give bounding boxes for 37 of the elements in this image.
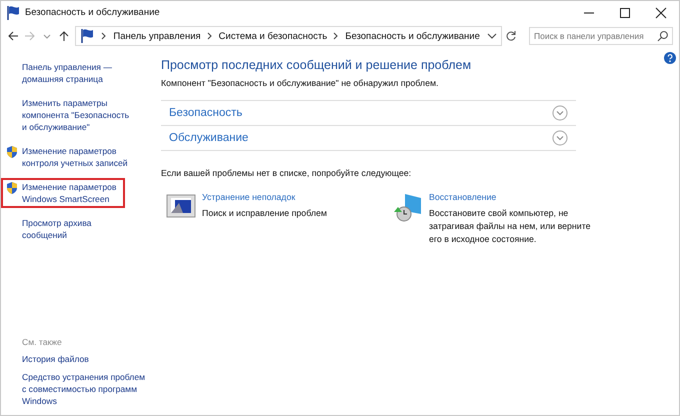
search-icon [657,30,669,42]
breadcrumb[interactable]: Панель управления [113,30,201,42]
breadcrumb[interactable]: Система и безопасность [218,30,328,42]
flag-icon [79,28,96,44]
restore-clock-icon [393,192,423,222]
tool-link[interactable]: Восстановление [429,192,603,202]
close-icon [654,6,668,18]
see-also-link[interactable]: История файлов [22,353,147,365]
section-header[interactable]: Безопасность [161,101,576,126]
search-field[interactable]: Поиск в панели управления [528,27,673,45]
breadcrumb[interactable]: Безопасность и обслуживание [345,30,480,42]
sidebar-link[interactable]: Просмотр архива сообщений [22,217,136,241]
address-bar[interactable]: Панель управления Система и безопасность Безопасность и обслуживание [75,26,502,46]
refresh-icon [505,30,518,42]
see-also-heading: См. также [22,337,63,347]
chevron-icon [332,31,340,41]
maximize-icon [618,6,632,18]
sidebar-link[interactable]: Изменить параметры компонента "Безопасность и обслуживание" [22,97,136,133]
forward-icon [24,30,36,42]
sidebar-link[interactable]: Панель управления — домашняя страница [22,61,136,85]
suggestion-text: Если вашей проблемы нет в списке, попробуйте следующее: [161,168,412,178]
sidebar-link[interactable]: Изменение параметров Windows SmartScreen [22,181,119,205]
help-icon [664,52,676,64]
sidebar-link[interactable]: Изменение параметров контроля учетных записей [22,145,136,169]
up-icon [58,30,70,42]
tool-description: Поиск и исправление проблем [202,207,327,220]
window-title: Безопасность и обслуживание [25,7,161,18]
tool-description: Восстановите свой компьютер, не затрагивая файлы на нем, или верните его в исходное состояние. [429,207,592,246]
section-header[interactable]: Обслуживание [161,126,576,151]
page-heading: Просмотр последних сообщений и решение проблем [161,58,472,72]
see-also-link[interactable]: Средство устранения проблем с совместимостью программ Windows [22,371,147,407]
status-text: Компонент "Безопасность и обслуживание" не обнаружил проблем. [161,78,440,88]
tool-link[interactable]: Устранение неполадок [202,192,327,202]
chevron-icon [206,31,214,41]
back-icon [6,30,19,42]
chevron-icon [100,31,108,41]
flag-icon [5,4,21,20]
